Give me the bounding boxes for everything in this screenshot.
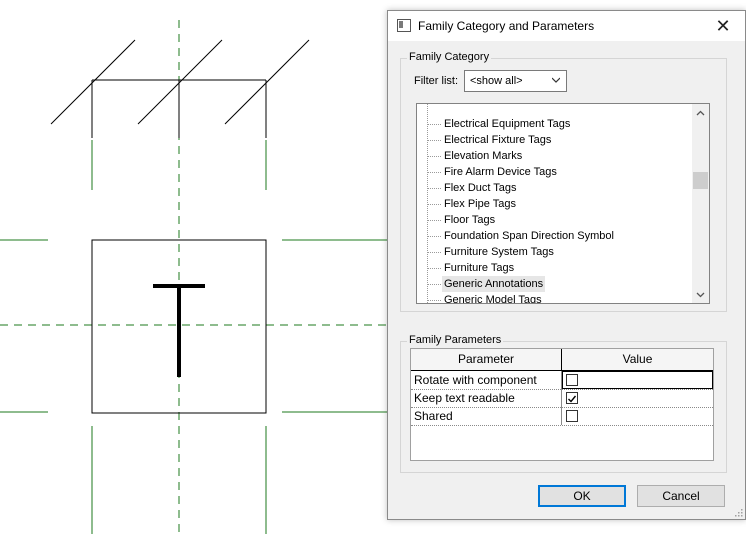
tree-connector bbox=[427, 268, 441, 269]
parameter-name: Rotate with component bbox=[414, 373, 537, 387]
category-scrollbar[interactable] bbox=[692, 104, 709, 303]
tree-connector bbox=[427, 284, 441, 285]
tree-connector bbox=[427, 220, 441, 221]
hatch-mark-3 bbox=[224, 39, 310, 125]
hatch-mark-1 bbox=[50, 39, 136, 125]
value-cell-focus bbox=[562, 371, 713, 389]
ok-button[interactable]: OK bbox=[538, 485, 626, 507]
category-item-label: Furniture System Tags bbox=[444, 246, 554, 258]
dialog-title: Family Category and Parameters bbox=[418, 19, 595, 33]
family-category-label: Family Category bbox=[407, 51, 492, 63]
app-icon bbox=[397, 19, 411, 32]
category-item-label: Fire Alarm Device Tags bbox=[444, 166, 557, 178]
tree-connector bbox=[427, 172, 441, 173]
chevron-down-icon bbox=[552, 77, 560, 83]
family-parameters-label: Family Parameters bbox=[407, 334, 504, 346]
parameter-name: Shared bbox=[414, 409, 453, 423]
tree-connector bbox=[427, 300, 441, 301]
dialog-titlebar[interactable]: Family Category and Parameters ✕ bbox=[388, 11, 745, 41]
category-item-label: Generic Annotations bbox=[442, 276, 546, 292]
parameter-row[interactable]: Shared bbox=[411, 407, 713, 426]
scroll-down-icon[interactable] bbox=[696, 290, 705, 299]
category-item-label: Electrical Equipment Tags bbox=[444, 118, 571, 130]
resize-grip-icon[interactable] bbox=[733, 507, 743, 517]
cell-separator bbox=[561, 389, 562, 407]
column-header-value[interactable]: Value bbox=[562, 349, 713, 370]
parameter-value-checkbox[interactable] bbox=[566, 410, 578, 422]
close-button[interactable]: ✕ bbox=[701, 11, 745, 41]
filter-list-select[interactable]: <show all> bbox=[464, 70, 567, 92]
tree-connector bbox=[427, 236, 441, 237]
tree-connector bbox=[427, 204, 441, 205]
filter-list-label: Filter list: bbox=[414, 75, 458, 87]
category-item-label: Furniture Tags bbox=[444, 262, 515, 274]
category-item-label: Flex Duct Tags bbox=[444, 182, 517, 194]
category-item-label: Floor Tags bbox=[444, 214, 496, 226]
tree-connector bbox=[427, 252, 441, 253]
parameter-name: Keep text readable bbox=[414, 391, 515, 405]
tree-connector bbox=[427, 156, 441, 157]
category-item-label: Elevation Marks bbox=[444, 150, 523, 162]
cancel-button[interactable]: Cancel bbox=[637, 485, 725, 507]
checkmark-icon bbox=[568, 395, 577, 403]
category-item-label: Foundation Span Direction Symbol bbox=[444, 230, 614, 242]
tree-connector bbox=[427, 188, 441, 189]
grid-header: Parameter Value bbox=[411, 349, 713, 371]
parameter-row[interactable]: Keep text readable bbox=[411, 389, 713, 408]
scrollbar-thumb[interactable] bbox=[693, 172, 708, 189]
column-header-parameter[interactable]: Parameter bbox=[411, 349, 562, 370]
category-item-label: Generic Model Tags bbox=[444, 294, 542, 304]
category-item-label: Flex Pipe Tags bbox=[444, 198, 516, 210]
parameters-grid: Parameter Value Rotate with component Kee… bbox=[410, 348, 714, 461]
hatch-mark-2 bbox=[137, 39, 223, 125]
cell-separator bbox=[561, 407, 562, 425]
tree-connector bbox=[427, 124, 441, 125]
scroll-up-icon[interactable] bbox=[696, 109, 705, 118]
tree-connector bbox=[427, 140, 441, 141]
category-item-label: Electrical Fixture Tags bbox=[444, 134, 552, 146]
family-category-dialog: Family Category and Parameters ✕ Family … bbox=[387, 10, 746, 520]
parameter-row[interactable]: Rotate with component bbox=[411, 371, 713, 390]
category-tree-list[interactable]: Electrical Equipment Tags Electrical Fixt… bbox=[416, 103, 710, 304]
parameter-value-checkbox[interactable] bbox=[566, 392, 578, 404]
filter-list-value: <show all> bbox=[470, 75, 523, 87]
